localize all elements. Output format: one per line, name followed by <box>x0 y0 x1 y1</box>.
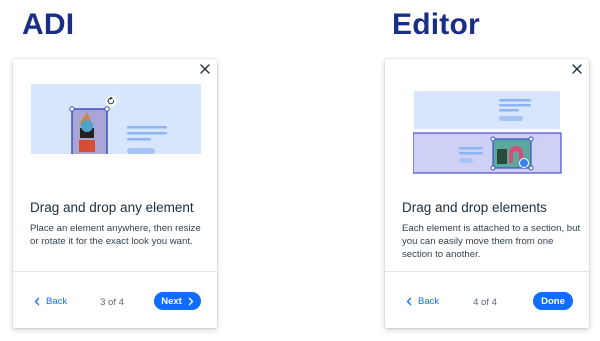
back-label: Back <box>46 296 68 307</box>
sections-illustration <box>413 91 562 174</box>
chevron-right-icon <box>188 297 194 305</box>
done-button[interactable]: Done <box>533 292 573 310</box>
next-label: Next <box>161 295 182 307</box>
rotate-icon <box>105 95 117 107</box>
heading-editor: Editor <box>392 8 480 41</box>
done-label: Done <box>541 295 565 307</box>
back-label: Back <box>418 296 440 307</box>
heading-adi: ADI <box>22 8 75 41</box>
next-button[interactable]: Next <box>154 292 201 310</box>
editor-tooltip-card: Drag and drop elements Each element is a… <box>385 59 589 328</box>
card-title: Drag and drop any element <box>30 200 194 215</box>
step-counter: 3 of 4 <box>100 297 124 308</box>
chevron-left-icon <box>406 297 412 306</box>
close-icon[interactable] <box>570 62 584 76</box>
close-icon[interactable] <box>198 62 212 76</box>
card-description: Each element is attached to a section, b… <box>402 223 581 260</box>
back-button[interactable]: Back <box>406 296 439 307</box>
card-description: Place an element anywhere, then resize o… <box>30 223 201 247</box>
chevron-left-icon <box>34 297 40 306</box>
step-counter: 4 of 4 <box>473 297 497 308</box>
adi-tooltip-card: Drag and drop any element Place an eleme… <box>13 59 217 328</box>
back-button[interactable]: Back <box>34 296 67 307</box>
divider <box>13 271 217 272</box>
card-title: Drag and drop elements <box>402 200 547 215</box>
divider <box>385 271 589 272</box>
